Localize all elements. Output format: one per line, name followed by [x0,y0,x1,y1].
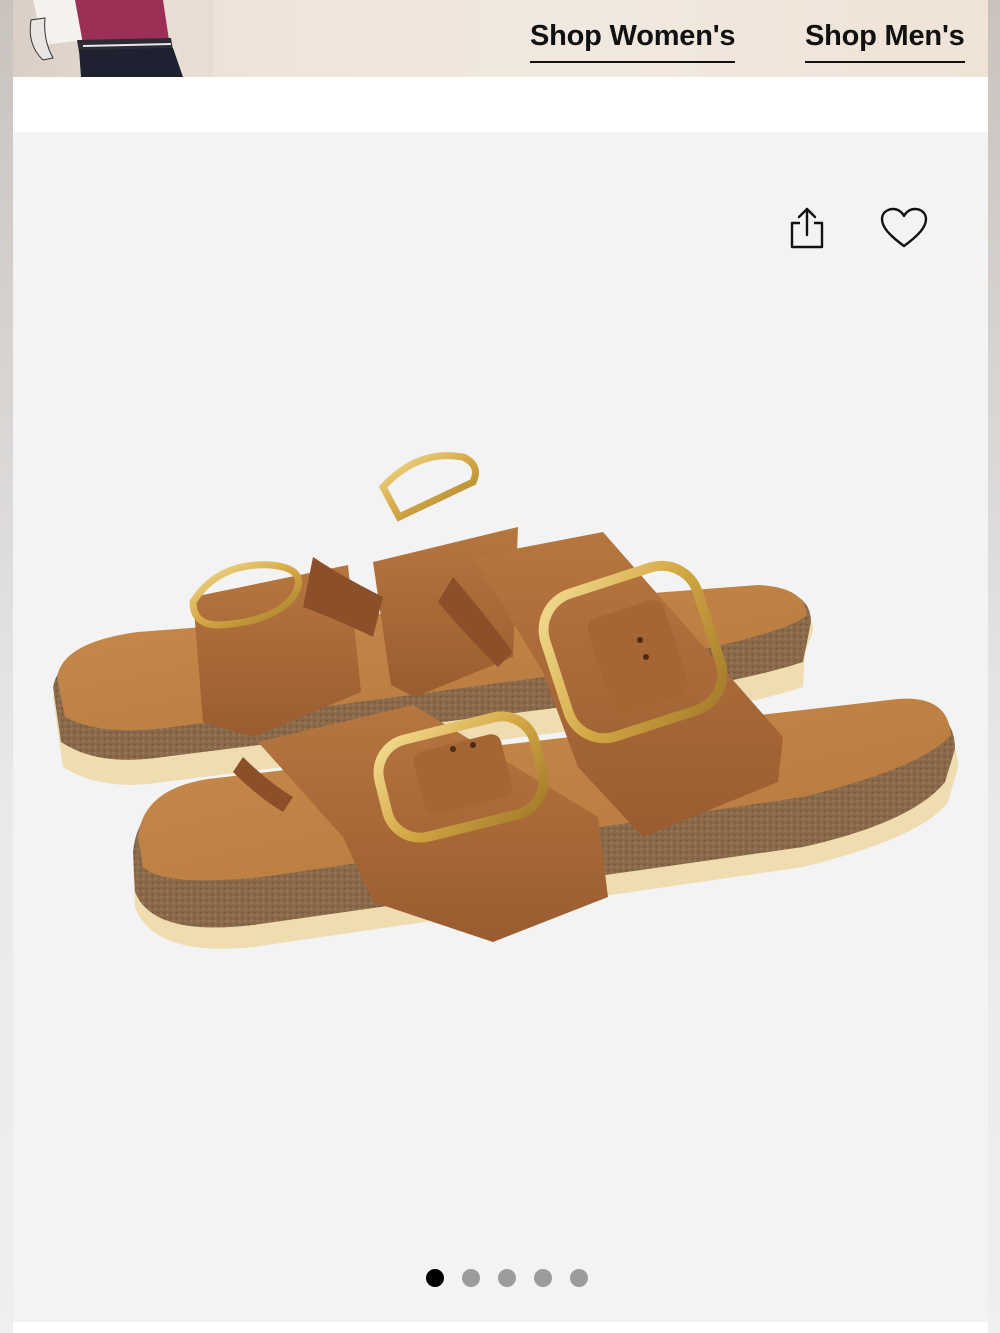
carousel-dot[interactable] [570,1269,588,1287]
product-image-gallery[interactable] [13,132,988,1322]
product-page: Shop Women's Shop Men's [0,0,1000,1333]
right-edge-shadow [988,0,1000,1333]
carousel-dot[interactable] [534,1269,552,1287]
promo-banner[interactable]: Shop Women's Shop Men's [13,0,988,77]
banner-model-photo [13,0,213,77]
heart-icon [880,207,928,248]
share-button[interactable] [777,198,837,258]
carousel-indicator [13,1269,988,1289]
carousel-dot[interactable] [426,1269,444,1287]
product-sandals-image[interactable] [43,437,958,957]
carousel-dot[interactable] [462,1269,480,1287]
shop-womens-link[interactable]: Shop Women's [530,20,736,63]
share-icon [790,207,824,249]
spacer [13,77,988,132]
left-edge-shadow [0,0,13,1333]
favorite-button[interactable] [874,198,934,258]
carousel-dot[interactable] [498,1269,516,1287]
shop-mens-link[interactable]: Shop Men's [805,20,965,63]
